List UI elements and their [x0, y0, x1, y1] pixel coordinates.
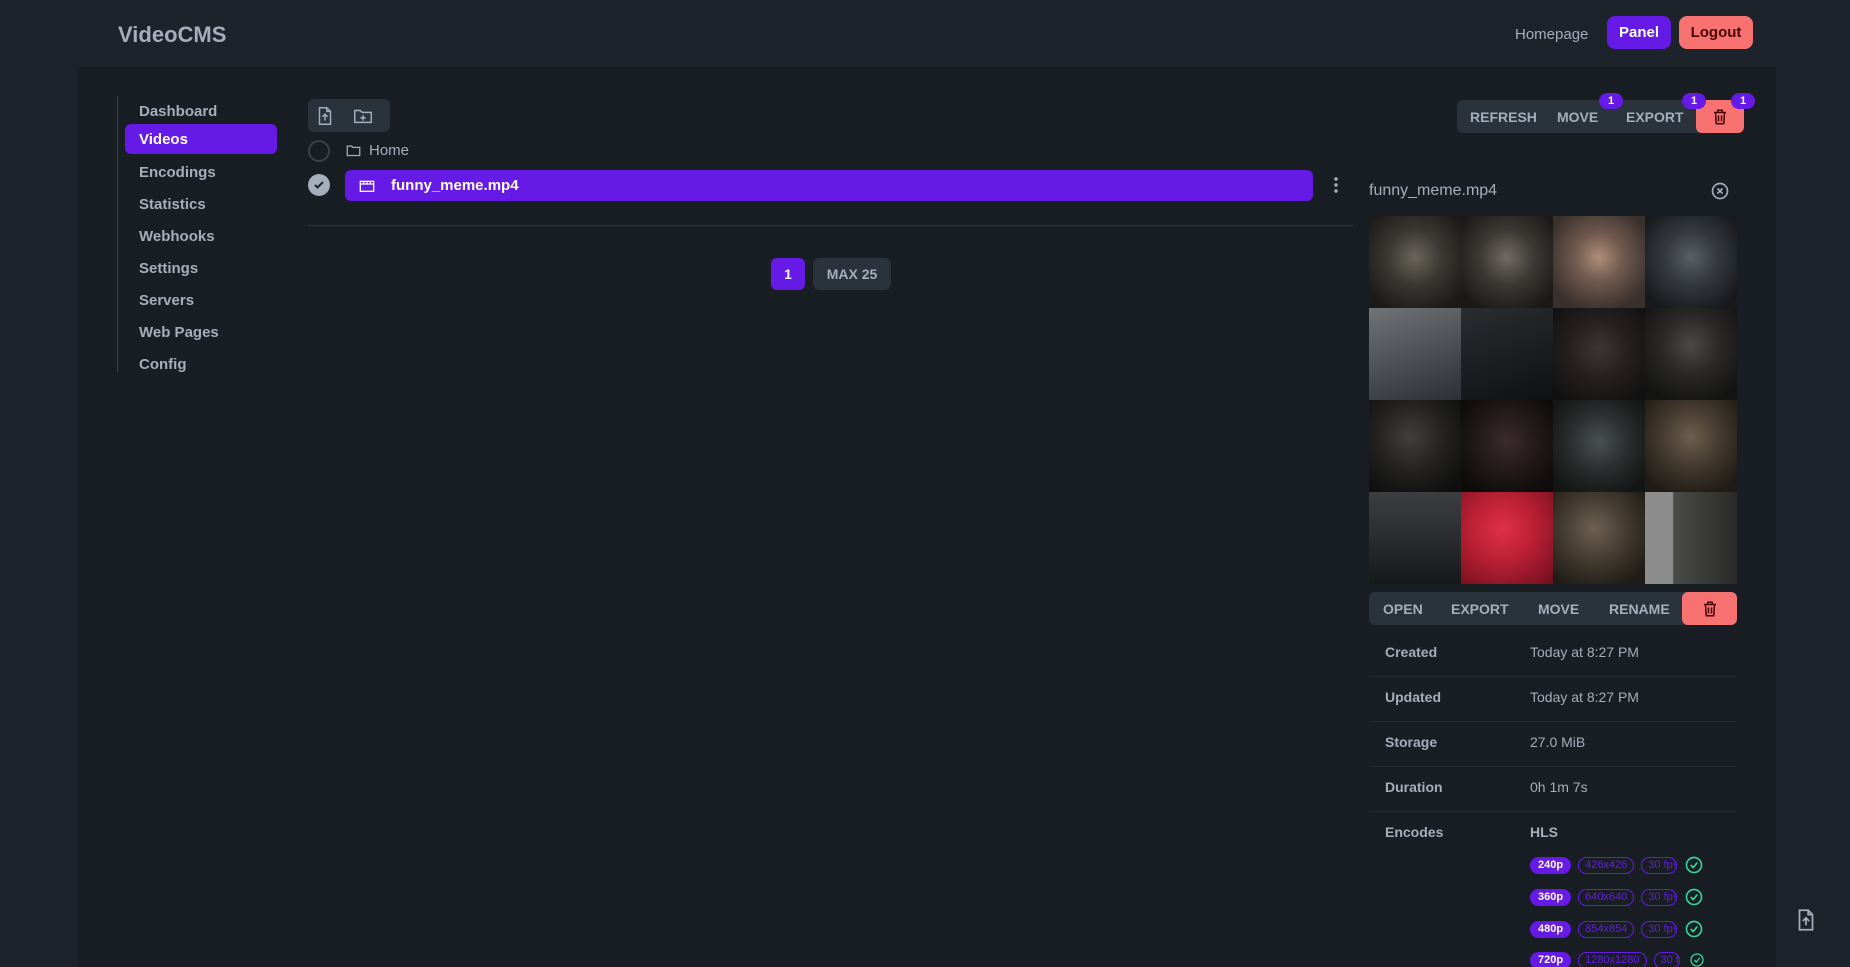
upload-queue-icon[interactable] [1793, 907, 1819, 933]
homepage-link[interactable]: Homepage [1515, 26, 1588, 43]
export-button[interactable]: EXPORT [1626, 100, 1684, 133]
encode-row: 240p 426x426 30 fps [1530, 856, 1704, 874]
info-row-updated: Updated Today at 8:27 PM [1369, 677, 1737, 722]
sidebar-item-servers[interactable]: Servers [125, 285, 277, 315]
delete-count-badge: 1 [1731, 93, 1755, 109]
page-button-current[interactable]: 1 [771, 258, 805, 290]
check-circle-icon [1689, 953, 1704, 967]
thumbnail [1645, 400, 1737, 492]
sidebar-item-statistics[interactable]: Statistics [125, 189, 277, 219]
encode-fps: 30 fps [1641, 920, 1678, 938]
encode-resolution: 1280x1280 [1578, 951, 1647, 967]
encode-fps: 30 fps [1653, 951, 1680, 967]
file-toolbar [308, 99, 390, 132]
detail-move-button[interactable]: MOVE [1538, 592, 1579, 625]
page-size-button[interactable]: MAX 25 [813, 258, 891, 290]
check-circle-icon [1685, 856, 1703, 874]
breadcrumb[interactable]: Home [346, 142, 409, 159]
new-folder-icon[interactable] [352, 105, 374, 127]
thumbnail [1461, 308, 1553, 400]
thumbnail [1553, 492, 1645, 584]
detail-delete-button[interactable] [1682, 592, 1737, 625]
close-icon[interactable] [1710, 181, 1730, 201]
file-name: funny_meme.mp4 [391, 177, 519, 194]
thumbnail [1461, 216, 1553, 308]
more-options-icon[interactable] [1331, 173, 1341, 197]
rename-button[interactable]: RENAME [1609, 592, 1670, 625]
divider [308, 225, 1353, 226]
encode-row: 480p 854x854 30 fps [1530, 920, 1704, 938]
encode-resolution: 426x426 [1578, 856, 1635, 874]
file-checkbox[interactable] [308, 174, 330, 196]
select-all-checkbox[interactable] [308, 140, 330, 162]
app-logo[interactable]: VideoCMS [118, 22, 226, 48]
encode-quality: 480p [1530, 920, 1572, 938]
encode-fps: 30 fps [1641, 856, 1678, 874]
info-key: Duration [1385, 779, 1443, 795]
info-row-encodes: Encodes HLS [1369, 812, 1737, 857]
encode-quality: 720p [1530, 951, 1572, 967]
top-navbar: VideoCMS Homepage Panel Logout [0, 0, 1850, 67]
info-value: 0h 1m 7s [1530, 779, 1588, 795]
thumbnail [1461, 492, 1553, 584]
thumbnail [1369, 216, 1461, 308]
info-value: Today at 8:27 PM [1530, 644, 1639, 660]
sidebar-item-dashboard[interactable]: Dashboard [125, 96, 277, 126]
thumbnail-grid [1369, 216, 1737, 584]
trash-icon [1703, 601, 1716, 616]
thumbnail [1461, 400, 1553, 492]
sidebar-item-settings[interactable]: Settings [125, 253, 277, 283]
video-file-icon [359, 180, 375, 192]
encode-resolution: 640x640 [1578, 888, 1635, 906]
trash-icon [1714, 109, 1726, 124]
open-button[interactable]: OPEN [1383, 592, 1423, 625]
check-circle-icon [1685, 888, 1703, 906]
refresh-button[interactable]: REFRESH [1470, 100, 1537, 133]
info-key: Storage [1385, 734, 1438, 750]
thumbnail [1645, 216, 1737, 308]
info-row-created: Created Today at 8:27 PM [1369, 632, 1737, 677]
breadcrumb-home: Home [369, 142, 410, 159]
check-icon [314, 181, 324, 189]
encode-row: 360p 640x640 30 fps [1530, 888, 1704, 906]
logout-button[interactable]: Logout [1679, 16, 1753, 49]
encode-quality: 360p [1530, 888, 1572, 906]
encode-row: 720p 1280x1280 30 fps [1530, 951, 1707, 967]
sidebar-item-webhooks[interactable]: Webhooks [125, 221, 277, 251]
thumbnail [1553, 400, 1645, 492]
upload-file-icon[interactable] [314, 105, 336, 127]
info-key: Encodes [1385, 824, 1444, 840]
thumbnail [1553, 216, 1645, 308]
encode-quality: 240p [1530, 856, 1572, 874]
thumbnail [1645, 308, 1737, 400]
thumbnail [1369, 492, 1461, 584]
thumbnail [1553, 308, 1645, 400]
check-circle-icon [1685, 920, 1703, 938]
panel-button[interactable]: Panel [1607, 16, 1671, 49]
encode-resolution: 854x854 [1578, 920, 1635, 938]
move-count-badge: 1 [1599, 93, 1623, 109]
info-row-duration: Duration 0h 1m 7s [1369, 767, 1737, 812]
sidebar-item-encodings[interactable]: Encodings [125, 157, 277, 187]
thumbnail [1369, 308, 1461, 400]
encode-fps: 30 fps [1641, 888, 1678, 906]
move-button[interactable]: MOVE [1557, 100, 1598, 133]
detail-export-button[interactable]: EXPORT [1451, 592, 1509, 625]
export-count-badge: 1 [1682, 93, 1706, 109]
thumbnail [1645, 492, 1737, 584]
sidebar-item-config[interactable]: Config [125, 349, 277, 379]
info-row-storage: Storage 27.0 MiB [1369, 722, 1737, 767]
folder-icon [346, 145, 361, 157]
info-key: Updated [1385, 689, 1441, 705]
sidebar-item-videos[interactable]: Videos [125, 124, 277, 154]
encodes-type: HLS [1530, 824, 1558, 840]
sidebar: Dashboard Videos Encodings Statistics We… [117, 96, 285, 373]
info-value: Today at 8:27 PM [1530, 689, 1639, 705]
sidebar-item-web-pages[interactable]: Web Pages [125, 317, 277, 347]
file-row[interactable]: funny_meme.mp4 [345, 170, 1313, 201]
detail-title: funny_meme.mp4 [1369, 182, 1498, 199]
info-value: 27.0 MiB [1530, 734, 1586, 750]
thumbnail [1369, 400, 1461, 492]
info-key: Created [1385, 644, 1438, 660]
